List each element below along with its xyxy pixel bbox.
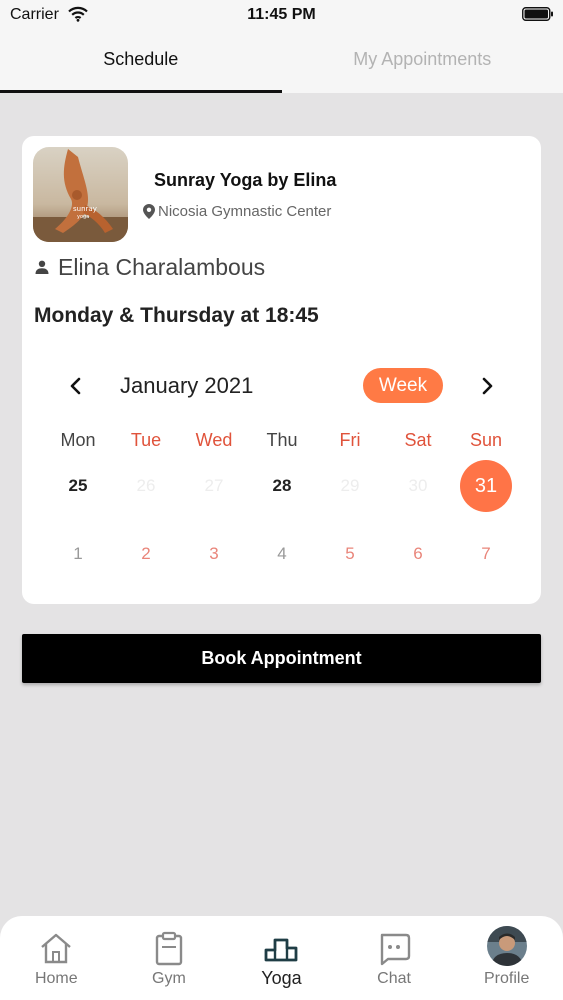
status-bar: Carrier 11:45 PM: [0, 0, 563, 30]
tab-my-appointments-label: My Appointments: [353, 49, 492, 69]
nav-chat[interactable]: Chat: [338, 916, 451, 1000]
chat-icon: [380, 933, 411, 966]
nav-yoga-label: Yoga: [261, 968, 302, 988]
top-tabs: Schedule My Appointments: [0, 30, 563, 93]
class-title: Sunray Yoga by Elina: [154, 170, 337, 190]
class-schedule: Monday & Thursday at 18:45: [34, 304, 319, 327]
avatar: [486, 926, 527, 966]
day-number: 5: [345, 544, 355, 563]
day-number: 27: [204, 476, 224, 495]
class-card: sunray yoga Sunray Yoga by Elina Nicosia…: [22, 136, 541, 604]
class-thumbnail-image: sunray yoga: [33, 147, 128, 242]
calendar-day[interactable]: 28: [248, 458, 316, 514]
nav-profile[interactable]: Profile: [450, 916, 563, 1000]
nav-home[interactable]: Home: [0, 916, 113, 1000]
weekday-label: Tue: [130, 430, 162, 450]
location-pin-icon: [143, 204, 155, 219]
weekday-label: Fri: [339, 430, 361, 450]
day-number: 30: [408, 476, 428, 495]
svg-text:yoga: yoga: [77, 214, 89, 220]
nav-chat-label: Chat: [377, 970, 411, 987]
instructor-name: Elina Charalambous: [58, 254, 266, 280]
battery-icon: [522, 7, 553, 21]
nav-gym[interactable]: Gym: [113, 916, 226, 1000]
calendar-day[interactable]: 1: [44, 526, 112, 582]
calendar-month: January 2021: [120, 373, 254, 398]
tab-my-appointments[interactable]: My Appointments: [282, 30, 563, 93]
calendar-day: 27: [180, 458, 248, 514]
day-number: 7: [481, 544, 491, 563]
person-icon: [35, 260, 49, 274]
svg-text:sunray: sunray: [73, 205, 97, 213]
calendar-day: 26: [112, 458, 180, 514]
day-number: 26: [136, 476, 156, 495]
day-number: 6: [413, 544, 423, 563]
calendar-day[interactable]: 6: [384, 526, 452, 582]
day-number: 31: [460, 460, 512, 512]
class-location: Nicosia Gymnastic Center: [158, 203, 332, 220]
day-number: 28: [272, 476, 292, 495]
nav-yoga[interactable]: Yoga: [225, 916, 338, 1000]
podium-icon: [265, 938, 298, 962]
day-number: 1: [73, 544, 83, 563]
calendar-day[interactable]: 7: [452, 526, 520, 582]
active-tab-indicator: [0, 90, 282, 93]
nav-gym-label: Gym: [152, 970, 186, 987]
nav-home-label: Home: [34, 970, 78, 987]
book-appointment-button[interactable]: Book Appointment: [22, 634, 541, 683]
week-view-button[interactable]: Week: [363, 368, 443, 403]
weekday-header: Mon Tue Wed Thu Fri Sat Sun: [44, 430, 520, 451]
weekday-label: Mon: [60, 430, 96, 450]
tab-schedule-label: Schedule: [103, 49, 179, 69]
weekday-label: Sat: [404, 430, 432, 450]
home-icon: [41, 933, 72, 964]
chevron-right-icon[interactable]: [475, 374, 499, 398]
clipboard-icon: [155, 931, 183, 966]
calendar-day[interactable]: 4: [248, 526, 316, 582]
status-time: 11:45 PM: [247, 6, 316, 23]
calendar-day[interactable]: 2: [112, 526, 180, 582]
calendar-day[interactable]: 25: [44, 458, 112, 514]
weekday-label: Thu: [266, 430, 298, 450]
calendar-day: 30: [384, 458, 452, 514]
day-number: 4: [277, 544, 287, 563]
day-number: 25: [68, 476, 88, 495]
weekday-label: Sun: [469, 430, 503, 450]
calendar-week-row: 1 2 3 4 5 6 7: [44, 526, 520, 582]
chevron-left-icon[interactable]: [64, 374, 88, 398]
bottom-navigation: Home Gym Yoga Chat Profile: [0, 916, 563, 1000]
calendar-day[interactable]: 31: [452, 458, 520, 514]
tab-schedule[interactable]: Schedule: [0, 30, 282, 93]
nav-profile-label: Profile: [483, 970, 530, 987]
weekday-label: Wed: [195, 430, 233, 450]
day-number: 2: [141, 544, 151, 563]
day-number: 29: [340, 476, 360, 495]
calendar-day[interactable]: 5: [316, 526, 384, 582]
calendar-week-row: 25 26 27 28 29 30 31: [44, 458, 520, 514]
calendar-day[interactable]: 3: [180, 526, 248, 582]
calendar-day: 29: [316, 458, 384, 514]
day-number: 3: [209, 544, 219, 563]
